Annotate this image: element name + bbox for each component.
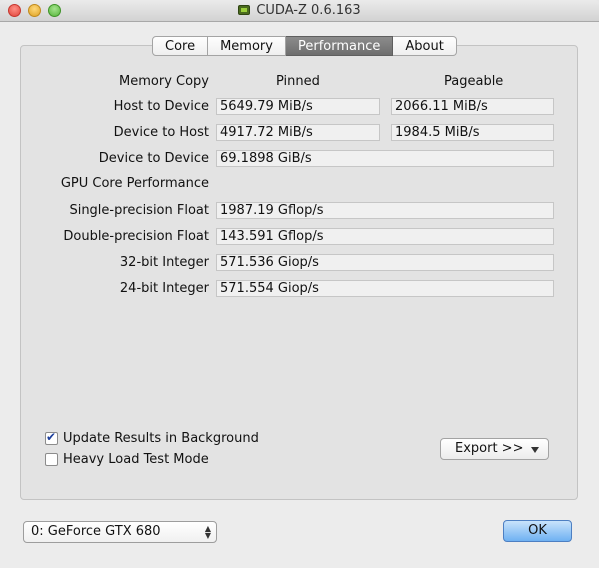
device-to-device-value: 69.1898 GiB/s (216, 150, 554, 167)
export-label: Export >> (455, 441, 524, 456)
device-to-host-label: Device to Host (113, 125, 209, 140)
host-to-device-pageable-value: 2066.11 MiB/s (391, 98, 554, 115)
int32-label: 32-bit Integer (119, 255, 209, 270)
heavy-load-label: Heavy Load Test Mode (63, 452, 209, 467)
tab-core[interactable]: Core (152, 36, 209, 56)
device-select[interactable]: 0: GeForce GTX 680 ▲ ▼ (23, 521, 217, 543)
tab-about[interactable]: About (393, 36, 457, 56)
cuda-z-window: CUDA-Z 0.6.163 Core Memory Performance A… (0, 0, 599, 568)
update-results-checkbox[interactable] (45, 430, 58, 445)
pinned-heading: Pinned (276, 74, 320, 89)
single-precision-value: 1987.19 Gflop/s (216, 202, 554, 219)
device-select-value: 0: GeForce GTX 680 (31, 524, 161, 539)
tab-memory[interactable]: Memory (208, 36, 286, 56)
heavy-load-option[interactable]: Heavy Load Test Mode (45, 452, 209, 467)
ok-button[interactable]: OK (503, 520, 572, 542)
tab-performance[interactable]: Performance (285, 36, 394, 56)
tab-bar: Core Memory Performance About (152, 36, 457, 56)
window-title-area: CUDA-Z 0.6.163 (0, 3, 599, 18)
device-to-device-label: Device to Device (98, 151, 209, 166)
device-to-host-pageable-value: 1984.5 MiB/s (391, 124, 554, 141)
single-precision-label: Single-precision Float (69, 203, 209, 218)
int32-value: 571.536 Giop/s (216, 254, 554, 271)
window-title: CUDA-Z 0.6.163 (256, 3, 361, 18)
title-bar: CUDA-Z 0.6.163 (0, 0, 599, 22)
double-precision-label: Double-precision Float (63, 229, 209, 244)
triangle-down-icon (531, 447, 539, 453)
export-button[interactable]: Export >> (440, 438, 549, 460)
host-to-device-label: Host to Device (113, 99, 209, 114)
int24-value: 571.554 Giop/s (216, 280, 554, 297)
device-to-host-pinned-value: 4917.72 MiB/s (216, 124, 380, 141)
update-results-option[interactable]: Update Results in Background (45, 430, 259, 446)
gpu-core-performance-heading: GPU Core Performance (60, 176, 209, 191)
memory-copy-heading: Memory Copy (119, 74, 209, 89)
up-down-arrows-icon: ▲ ▼ (204, 524, 211, 540)
host-to-device-pinned-value: 5649.79 MiB/s (216, 98, 380, 115)
double-precision-value: 143.591 Gflop/s (216, 228, 554, 245)
int24-label: 24-bit Integer (119, 281, 209, 296)
heavy-load-checkbox[interactable] (45, 453, 58, 466)
update-results-label: Update Results in Background (63, 431, 259, 446)
cuda-z-icon (238, 5, 251, 15)
pageable-heading: Pageable (444, 74, 504, 89)
